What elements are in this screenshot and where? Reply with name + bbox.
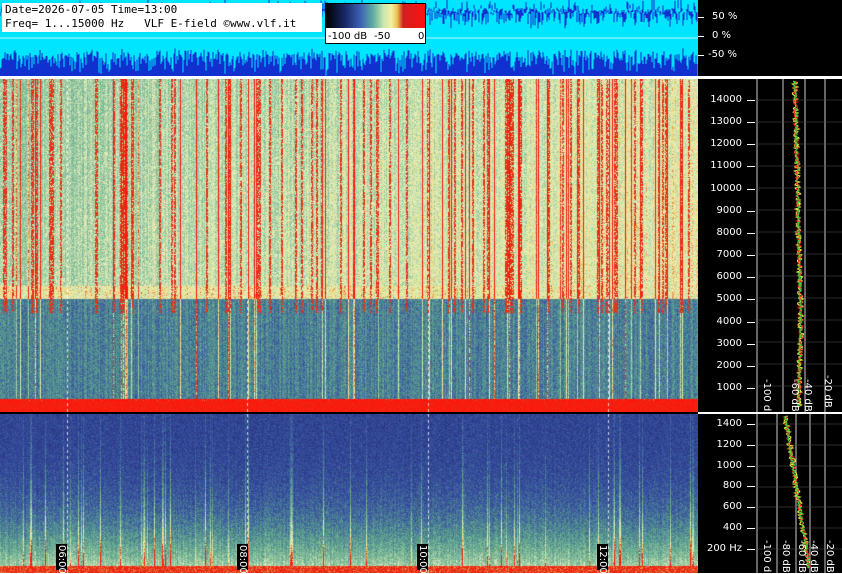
freq-bot-tick-1 <box>747 444 755 446</box>
profile-bot-db-label-3: -40 dB <box>808 540 819 573</box>
freq-top-label-13: 1000 <box>716 381 742 393</box>
freq-line: Freq= 1...15000 Hz VLF E-field ©www.vlf.… <box>5 17 297 30</box>
freq-top-label-10: 4000 <box>716 315 742 327</box>
freq-top-label-12: 2000 <box>716 359 742 371</box>
waveform-strip: Date=2026-07-05 Time=13:00 Freq= 1...1500… <box>0 0 698 76</box>
wave-scale-label-1: 0 % <box>712 30 732 41</box>
freq-top-label-6: 8000 <box>716 226 742 238</box>
freq-top-label-9: 5000 <box>716 293 742 305</box>
freq-bot-label-4: 600 <box>722 501 742 513</box>
color-scale-label-min: -100 dB <box>328 31 368 42</box>
freq-bot-label-0: 1400 <box>716 418 742 429</box>
profile-bot-db-label-0: -100 dB <box>761 540 772 573</box>
vlf-spectrogram-viewer: Date=2026-07-05 Time=13:00 Freq= 1...1500… <box>0 0 842 574</box>
freq-bot-tick-3 <box>747 486 755 488</box>
spectrogram-low-band <box>0 414 698 573</box>
profile-top-db-label-3: -20 dB <box>822 375 833 408</box>
waveform-scale: 50 % 0 % -50 % <box>698 0 842 76</box>
freq-top-tick-8 <box>747 277 755 279</box>
color-scale-label-mid: -50 <box>374 31 391 42</box>
freq-top-label-3: 11000 <box>710 160 742 172</box>
freq-top-tick-4 <box>747 188 755 190</box>
time-label-0: 06:00 <box>56 544 67 574</box>
freq-bot-tick-0 <box>747 424 755 425</box>
profile-bot-db-label-2: -60 dB <box>796 540 807 573</box>
freq-top-tick-10 <box>747 321 755 323</box>
wave-scale-label-0: 50 % <box>712 11 738 22</box>
spectrogram-low-band-image <box>0 414 698 573</box>
freq-top-tick-1 <box>747 122 755 124</box>
freq-top-tick-2 <box>747 144 755 146</box>
profile-top-db-label-0: -100 dB <box>761 379 772 412</box>
profile-top-db-label-2: -40 dB <box>802 379 813 412</box>
freq-top-label-8: 6000 <box>716 271 742 283</box>
freq-top-label-1: 13000 <box>710 116 742 128</box>
freq-bot-label-2: 1000 <box>716 459 742 471</box>
time-label-1: 08:00 <box>237 544 248 574</box>
freq-bot-label-6: 200 Hz <box>706 542 742 554</box>
freq-top-tick-13 <box>747 387 755 389</box>
time-label-2: 10:00 <box>417 544 428 574</box>
freq-top-tick-7 <box>747 255 755 257</box>
freq-top-tick-9 <box>747 299 755 301</box>
freq-top-label-7: 7000 <box>716 249 742 261</box>
freq-bot-label-3: 800 <box>722 480 742 492</box>
spectrogram-full-band-image <box>0 79 698 412</box>
frequency-axis-full-band: 14000 13000 12000 11000 10000 9000 8000 7000 600… <box>698 79 755 412</box>
freq-top-label-0: 14000 <box>710 94 742 105</box>
freq-top-tick-6 <box>747 232 755 234</box>
spectrum-profile-full-band-plot <box>755 79 842 412</box>
freq-bot-tick-2 <box>747 465 755 467</box>
profile-bot-db-label-1: -80 dB <box>780 540 791 573</box>
color-gradient <box>326 4 425 28</box>
freq-top-label-5: 9000 <box>716 204 742 216</box>
profile-top-db-label-1: -60 dB <box>789 379 800 412</box>
freq-top-tick-0 <box>747 100 755 101</box>
freq-top-tick-11 <box>747 343 755 345</box>
freq-bot-tick-5 <box>747 528 755 529</box>
freq-top-tick-5 <box>747 210 755 212</box>
freq-top-label-11: 3000 <box>716 337 742 349</box>
color-scale-bar: -100 dB -50 0 <box>325 3 426 44</box>
frequency-axis-low-band: 1400 1200 1000 800 600 400 200 Hz <box>698 414 755 573</box>
freq-top-tick-3 <box>747 166 755 168</box>
info-box: Date=2026-07-05 Time=13:00 Freq= 1...1500… <box>2 3 322 32</box>
freq-bot-label-1: 1200 <box>716 438 742 450</box>
spectrum-profile-low-band: -100 dB -80 dB -60 dB -40 dB -20 dB <box>755 414 842 573</box>
spectrum-profile-full-band: -100 dB -60 dB -40 dB -20 dB <box>755 79 842 412</box>
spectrogram-full-band <box>0 79 698 412</box>
time-label-3: 12:00 <box>597 544 608 574</box>
freq-top-label-2: 12000 <box>710 138 742 150</box>
color-scale-label-max: 0 <box>418 31 425 42</box>
freq-bot-label-5: 400 <box>722 522 742 533</box>
date-time-line: Date=2026-07-05 Time=13:00 <box>5 3 178 16</box>
freq-top-tick-12 <box>747 365 755 367</box>
profile-bot-db-label-4: -20 dB <box>824 540 835 573</box>
freq-top-label-4: 10000 <box>710 182 742 194</box>
freq-bot-tick-6 <box>747 548 755 550</box>
wave-scale-label-2: -50 % <box>708 49 738 60</box>
freq-bot-tick-4 <box>747 507 755 509</box>
